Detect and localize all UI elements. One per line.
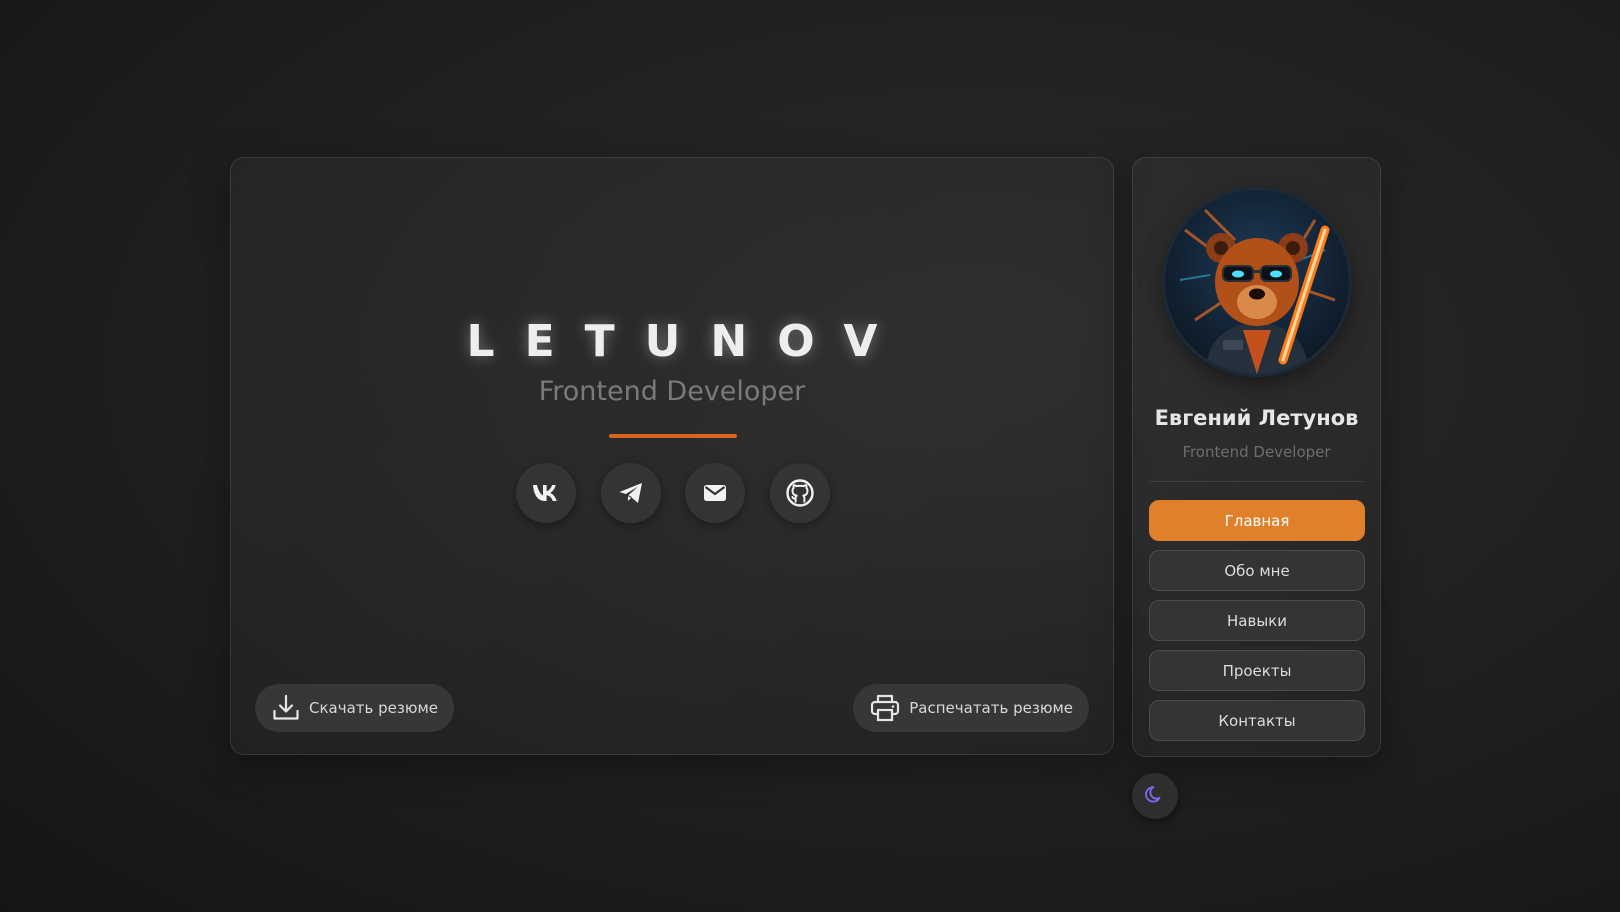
email-link[interactable] [685, 463, 746, 523]
vk-link[interactable] [516, 463, 576, 523]
mail-icon [703, 484, 727, 502]
nav-item-home[interactable]: Главная [1149, 500, 1365, 541]
hero-divider [609, 434, 737, 438]
profile-name: Евгений Летунов [1154, 406, 1359, 430]
download-resume-label: Скачать резюме [309, 699, 439, 717]
main-nav: Главная Обо мне Навыки Проекты Контакты [1149, 500, 1365, 750]
profile-role: Frontend Developer [1182, 443, 1331, 461]
nav-item-skills[interactable]: Навыки [1149, 600, 1365, 641]
vk-icon [532, 484, 560, 502]
sidebar-divider [1149, 481, 1364, 482]
download-icon [271, 693, 301, 723]
download-resume-button[interactable]: Скачать резюме [255, 684, 455, 732]
telegram-link[interactable] [600, 463, 661, 523]
telegram-icon [618, 481, 644, 505]
profile-sidebar: Евгений Летунов Frontend Developer Главн… [1132, 157, 1381, 757]
github-icon [785, 478, 815, 508]
hero-name: LETUNOV [466, 316, 908, 367]
page: LETUNOV Frontend Developer Скачать резюм… [0, 0, 1620, 912]
hero-role: Frontend Developer [538, 376, 806, 407]
theme-toggle-button[interactable] [1132, 773, 1178, 819]
nav-item-projects[interactable]: Проекты [1149, 650, 1365, 691]
nav-item-contacts[interactable]: Контакты [1149, 700, 1365, 741]
moon-icon [1145, 784, 1165, 809]
github-link[interactable] [769, 463, 830, 523]
printer-icon [869, 693, 901, 723]
print-resume-button[interactable]: Распечатать резюме [853, 684, 1089, 732]
print-resume-label: Распечатать резюме [909, 699, 1073, 717]
nav-item-about[interactable]: Обо мне [1149, 550, 1365, 591]
social-links [516, 463, 830, 525]
bear-avatar [1165, 190, 1349, 374]
hero-card: LETUNOV Frontend Developer Скачать резюм… [230, 157, 1114, 755]
